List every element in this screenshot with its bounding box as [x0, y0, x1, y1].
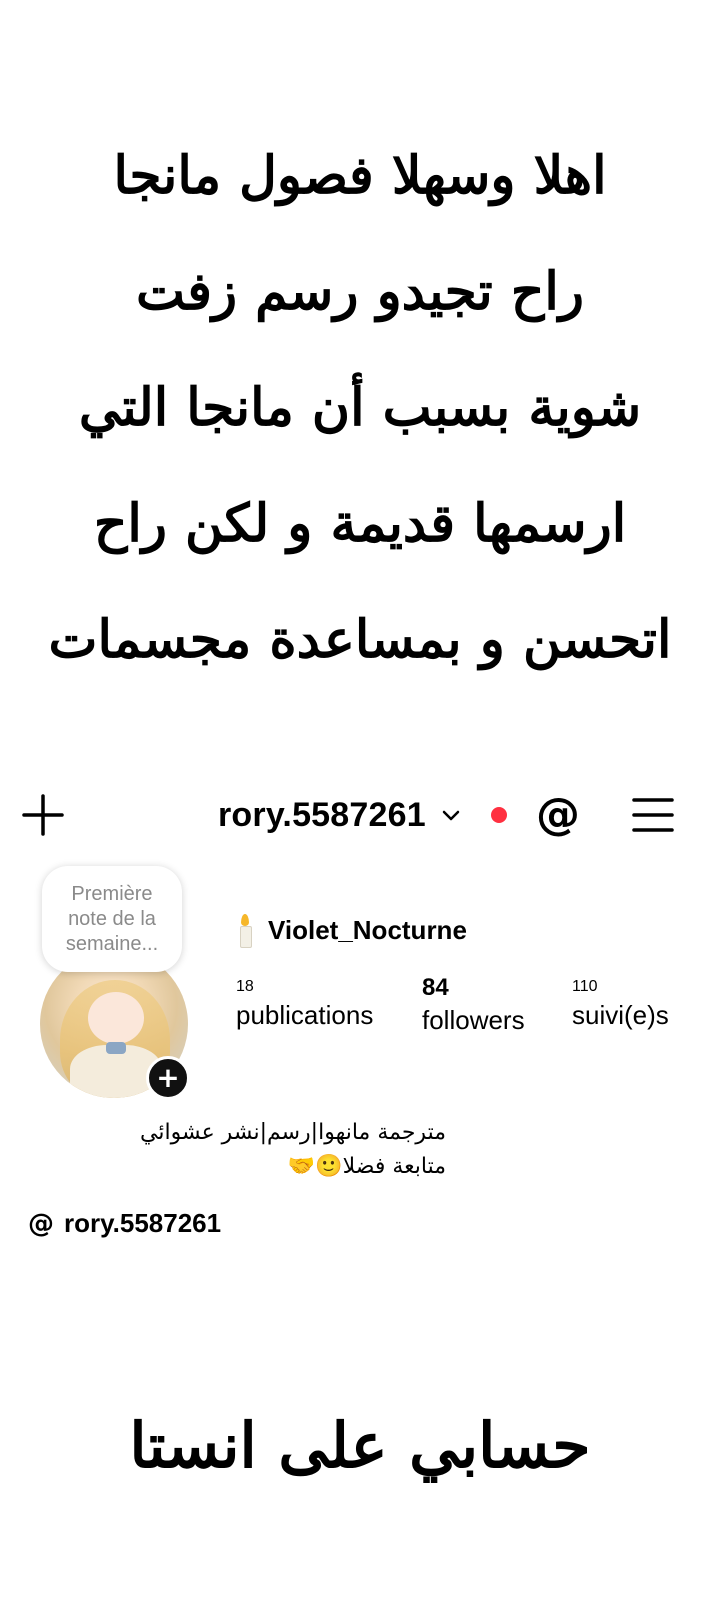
threads-handle: rory.5587261: [64, 1208, 222, 1238]
avatar-bow: [106, 1042, 126, 1054]
threads-profile-link[interactable]: @ rory.5587261: [28, 1208, 221, 1239]
notification-dot: [491, 807, 507, 823]
note-bubble[interactable]: Première note de la semaine...: [42, 866, 182, 972]
plus-icon[interactable]: [20, 792, 66, 838]
intro-line: اتحسن و بمساعدة مجسمات: [48, 609, 672, 670]
intro-line: اهلا وسهلا فصول مانجا: [113, 145, 607, 206]
account-username: rory.5587261: [218, 795, 426, 834]
outro-message: حسابي على انستا: [129, 1409, 591, 1482]
candle-body: [240, 926, 252, 948]
stat-following[interactable]: 110 suivi(e)s: [572, 976, 669, 1032]
intro-line: شوية بسبب أن مانجا التي: [78, 377, 642, 438]
profile-header: + Première note de la semaine... Violet_…: [0, 866, 720, 1250]
candle-flame: [241, 914, 249, 926]
stat-posts[interactable]: 18 publications: [236, 976, 373, 1032]
account-switcher[interactable]: rory.5587261: [218, 785, 462, 845]
bio-line: مترجمة مانهوا|رسم|نشر عشوائي: [140, 1120, 446, 1145]
following-label: suivi(e)s: [572, 1000, 669, 1030]
intro-message: اهلا وسهلا فصول مانجا راح تجيدو رسم زفت …: [40, 118, 680, 698]
posts-count: 18: [236, 978, 254, 995]
candle-icon: [236, 914, 254, 948]
intro-line: راح تجيدو رسم زفت: [136, 261, 584, 322]
add-story-button[interactable]: +: [146, 1056, 190, 1100]
stat-followers[interactable]: 84 followers: [422, 974, 525, 1038]
chevron-down-icon: [442, 810, 460, 821]
hamburger-menu-icon[interactable]: [632, 795, 674, 835]
followers-count: 84: [422, 974, 449, 1001]
posts-label: publications: [236, 1000, 374, 1030]
profile-bio: مترجمة مانهوا|رسم|نشر عشوائي متابعة فضلا…: [26, 1116, 446, 1184]
profile-top-bar: rory.5587261 @: [0, 785, 720, 845]
followers-label: followers: [422, 1005, 525, 1035]
display-name: Violet_Nocturne: [236, 914, 467, 948]
bio-line: متابعة فضلا🙂🤝: [287, 1154, 446, 1179]
threads-icon: @: [28, 1208, 54, 1239]
display-name-text: Violet_Nocturne: [268, 914, 467, 945]
following-count: 110: [572, 978, 598, 995]
avatar-container: +: [40, 950, 190, 1100]
avatar-face: [88, 992, 144, 1044]
intro-line: ارسمها قديمة و لكن راح: [93, 493, 627, 554]
threads-icon[interactable]: @: [536, 793, 580, 837]
